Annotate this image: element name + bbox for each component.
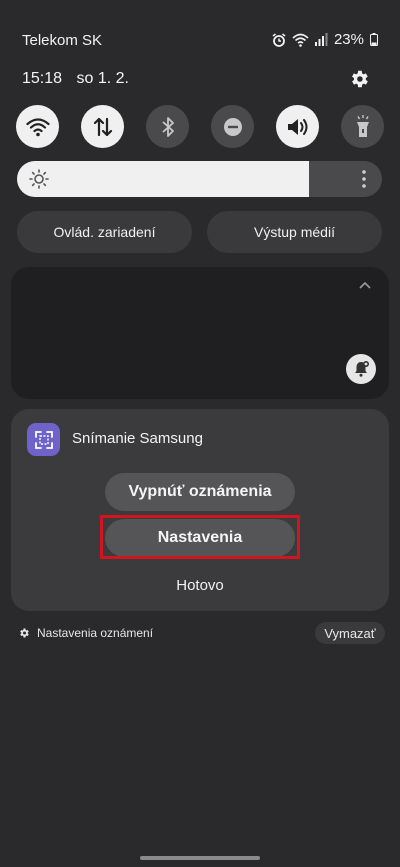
quick-settings-row: [16, 105, 384, 148]
clear-button[interactable]: Vymazať: [315, 622, 385, 644]
battery-percent: 23%: [333, 31, 364, 48]
mobile-data-icon: [93, 117, 112, 136]
bluetooth-icon: [161, 116, 174, 137]
carrier-name: Telekom SK: [22, 32, 103, 49]
screen-capture-icon: [34, 430, 53, 449]
mobile-data-toggle[interactable]: [81, 105, 124, 148]
brightness-slider[interactable]: [17, 161, 382, 197]
sound-icon: [287, 118, 307, 135]
app-name: Snímanie Samsung: [72, 430, 203, 447]
sound-toggle[interactable]: [276, 105, 319, 148]
status-bar: Telekom SK 23% 15:18 so 1. 2.: [0, 0, 400, 88]
chevron-up-icon[interactable]: [359, 281, 371, 289]
battery-icon: [370, 33, 378, 46]
notification-settings-link[interactable]: Nastavenia oznámení: [18, 626, 153, 640]
app-icon: [27, 423, 60, 456]
signal-icon: [314, 33, 328, 46]
bell-icon: [355, 361, 369, 377]
media-output-button[interactable]: Výstup médií: [207, 211, 382, 253]
notification-bell-button[interactable]: [346, 354, 376, 384]
notification-settings-label: Nastavenia oznámení: [37, 626, 154, 640]
wifi-icon: [25, 117, 50, 136]
flashlight-icon: [356, 114, 369, 137]
flashlight-toggle[interactable]: [341, 105, 384, 148]
device-control-button[interactable]: Ovlád. zariadení: [17, 211, 192, 253]
date-time: 15:18 so 1. 2.: [22, 70, 139, 88]
notification-panel: [11, 267, 389, 399]
brightness-fill: [17, 161, 309, 197]
do-not-disturb-toggle[interactable]: [211, 105, 254, 148]
clock: 15:18: [22, 70, 63, 87]
wifi-status-icon: [292, 33, 309, 47]
settings-gear-icon[interactable]: [348, 68, 370, 90]
highlight-box: [100, 515, 300, 559]
wifi-toggle[interactable]: [16, 105, 59, 148]
alarm-icon: [272, 32, 286, 47]
more-options-icon[interactable]: [362, 170, 366, 188]
gear-icon: [20, 628, 29, 638]
home-indicator[interactable]: [140, 856, 260, 860]
done-button[interactable]: Hotovo: [11, 577, 389, 594]
brightness-sun-icon: [29, 169, 49, 189]
date: so 1. 2.: [76, 70, 129, 87]
turn-off-notifications-button[interactable]: Vypnúť oznámenia: [105, 473, 295, 511]
do-not-disturb-icon: [223, 117, 242, 136]
status-icons: 23%: [272, 31, 378, 48]
bluetooth-toggle[interactable]: [146, 105, 189, 148]
notification-card: Snímanie Samsung Vypnúť oznámenia Nastav…: [11, 409, 389, 611]
